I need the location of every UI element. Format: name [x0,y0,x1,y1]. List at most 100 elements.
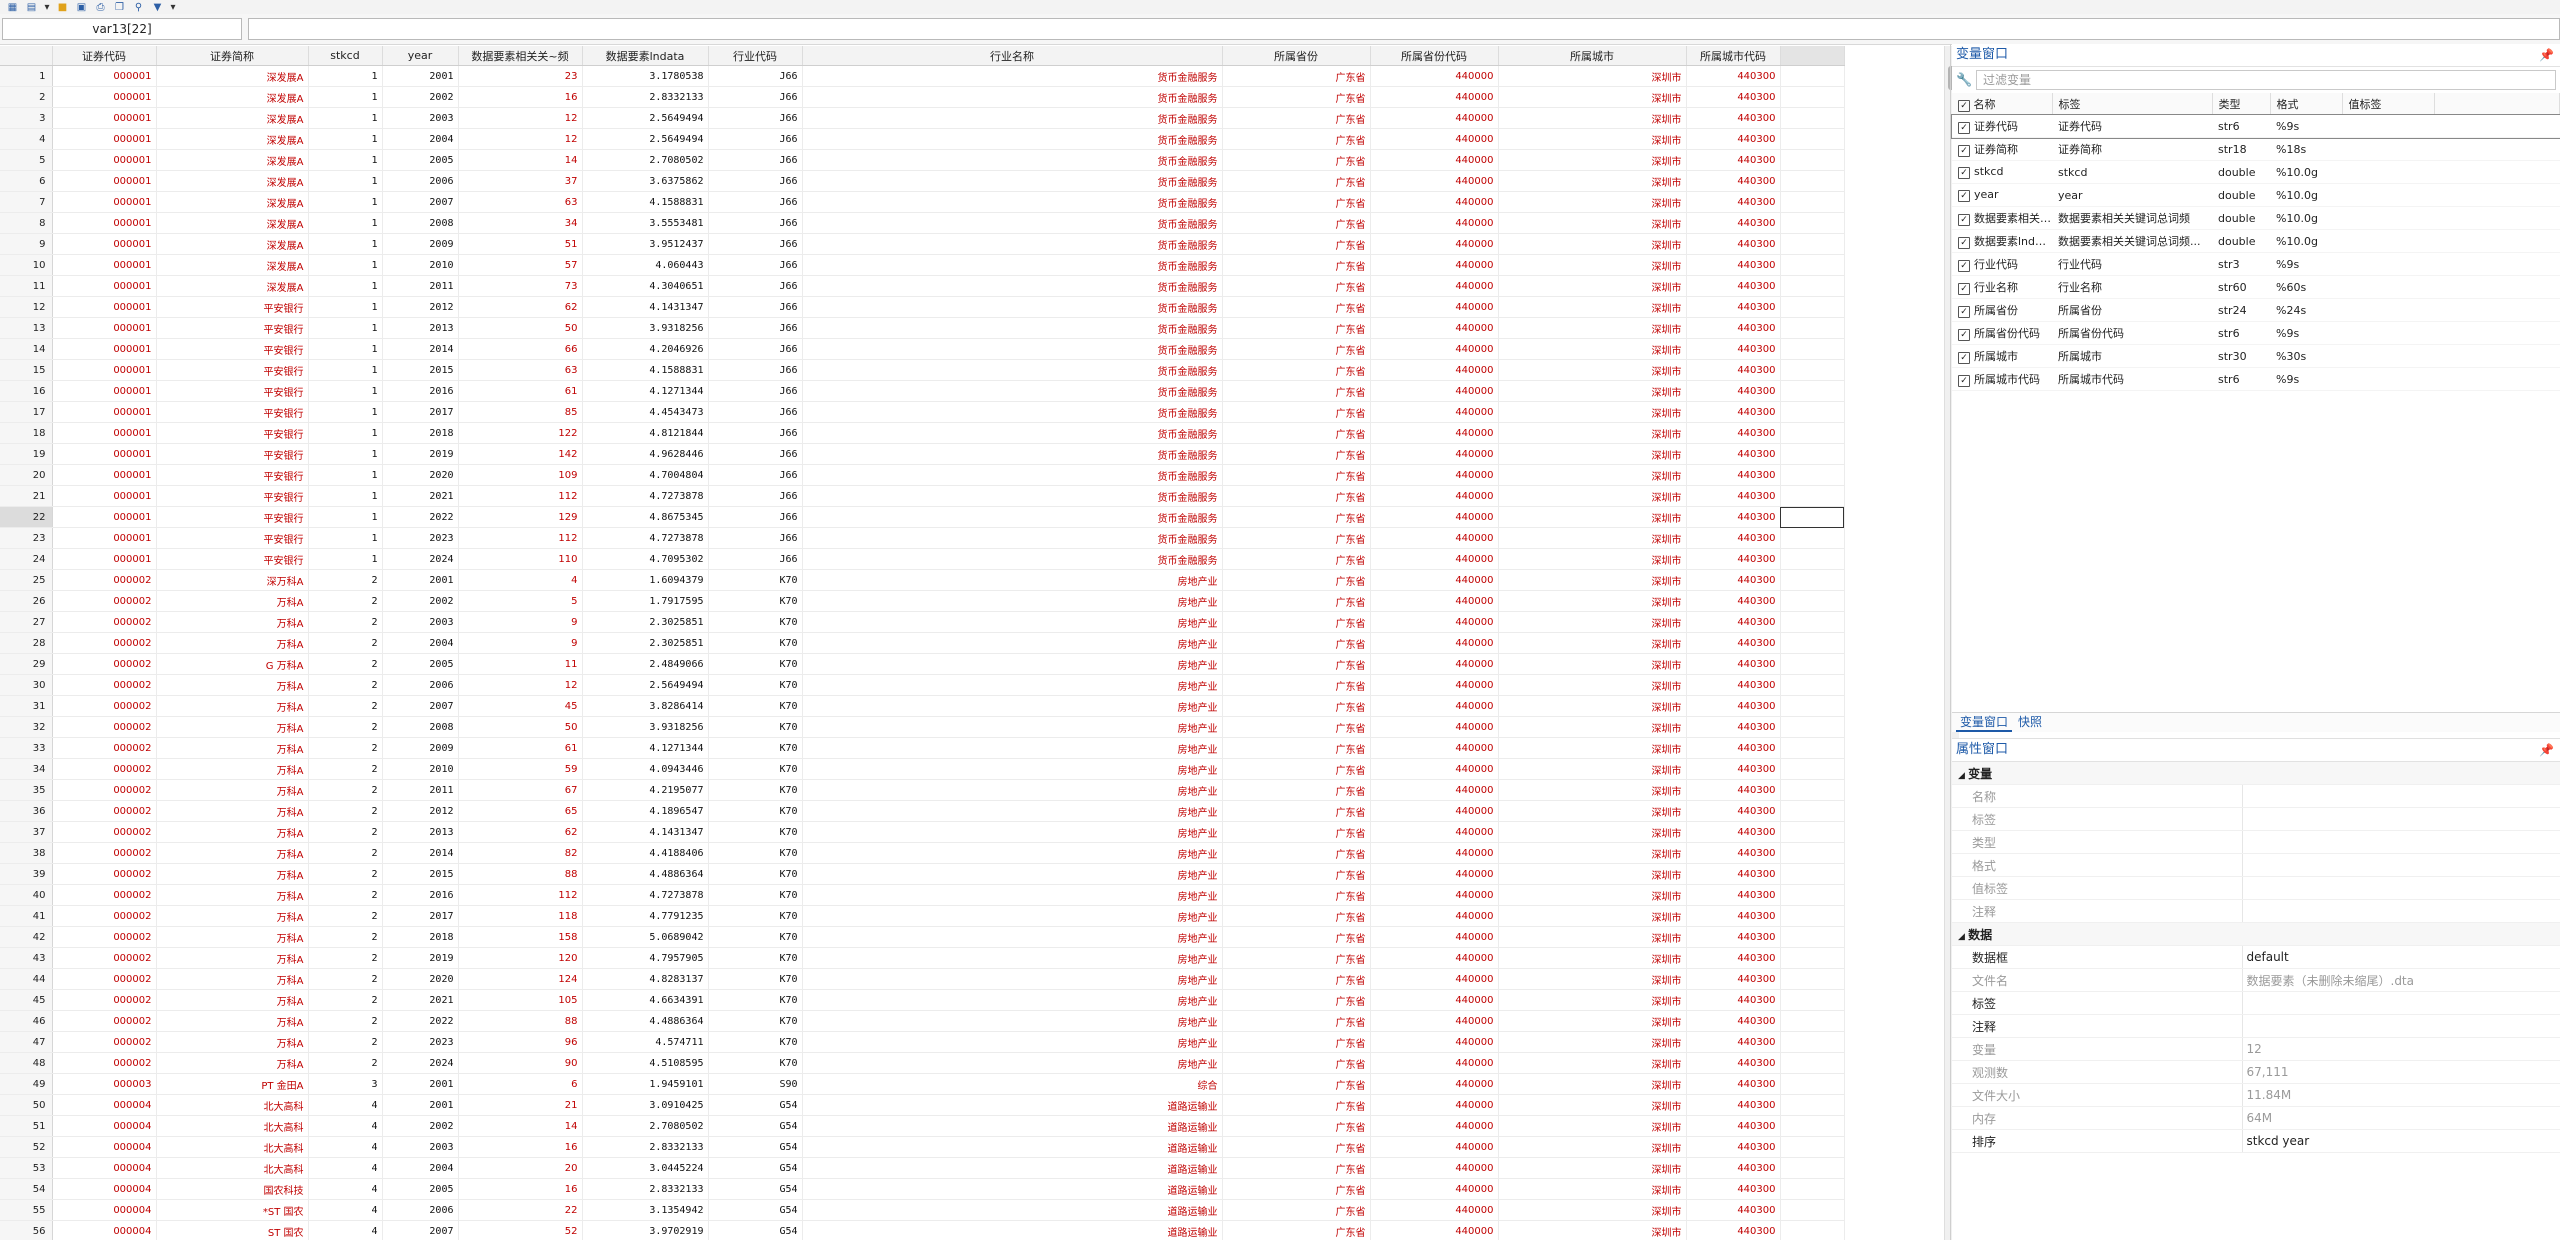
table-cell[interactable]: 房地产业 [802,989,1223,1011]
table-cell[interactable]: 4.5108595 [582,1052,709,1074]
table-cell[interactable]: K70 [708,674,803,696]
table-cell[interactable]: 万科A [156,611,309,633]
table-row[interactable]: 34 000002 万科A 2 2010 59 4.0943446 K70 房地产业 广东省 440… [0,758,1845,780]
table-cell[interactable]: 深圳市 [1498,947,1687,969]
table-cell[interactable]: 440300 [1686,506,1781,528]
table-cell[interactable]: 2023 [382,527,459,549]
table-cell[interactable]: 2 [308,569,383,591]
table-cell[interactable]: 000002 [52,590,157,612]
empty-cell[interactable] [1780,170,1845,192]
property-row[interactable]: 注释 [1952,1014,2560,1038]
table-cell[interactable]: 4.1431347 [582,821,709,843]
table-cell[interactable]: 000001 [52,527,157,549]
table-cell[interactable]: 440300 [1686,380,1781,402]
property-row[interactable]: 变量 12 [1952,1037,2560,1061]
table-cell[interactable]: 广东省 [1222,695,1371,717]
checkbox-icon[interactable]: ✓ [1958,145,1970,157]
variables-header-type[interactable]: 类型 [2212,93,2271,115]
table-cell[interactable]: 440000 [1370,1094,1499,1116]
table-cell[interactable]: 122 [458,422,583,444]
table-cell[interactable]: 北大高科 [156,1094,309,1116]
table-cell[interactable]: 广东省 [1222,674,1371,696]
table-cell[interactable]: 深圳市 [1498,758,1687,780]
table-cell[interactable]: 000002 [52,968,157,990]
row-number[interactable]: 7 [0,191,53,213]
table-cell[interactable]: 房地产业 [802,695,1223,717]
table-cell[interactable]: 4.060443 [582,254,709,276]
table-row[interactable]: 56 000004 ST 国农 4 2007 52 3.9702919 G54 道路运输业 广东省… [0,1220,1845,1240]
checkbox-icon[interactable]: ✓ [1958,190,1970,202]
table-cell[interactable]: 广东省 [1222,1115,1371,1137]
table-cell[interactable]: 1 [308,359,383,381]
table-cell[interactable]: 4.9628446 [582,443,709,465]
table-cell[interactable]: 440300 [1686,443,1781,465]
table-cell[interactable]: 3 [308,1073,383,1095]
variable-row[interactable]: ✓ 所属省份 所属省份 str24 %24s [1952,298,2560,322]
table-cell[interactable]: 货币金融服务 [802,443,1223,465]
table-cell[interactable]: 5 [458,590,583,612]
property-value[interactable] [2242,1014,2560,1038]
table-cell[interactable]: 2.7080502 [582,149,709,171]
table-cell[interactable]: J66 [708,170,803,192]
table-cell[interactable]: K70 [708,611,803,633]
table-cell[interactable]: 000001 [52,275,157,297]
table-cell[interactable]: 万科A [156,716,309,738]
table-cell[interactable]: 1 [308,170,383,192]
table-cell[interactable]: 房地产业 [802,947,1223,969]
table-cell[interactable]: 440300 [1686,527,1781,549]
table-cell[interactable]: 440000 [1370,905,1499,927]
table-cell[interactable]: 440000 [1370,989,1499,1011]
empty-cell[interactable] [1780,338,1845,360]
property-row[interactable]: 观测数 67,111 [1952,1060,2560,1084]
table-cell[interactable]: 440300 [1686,128,1781,150]
table-cell[interactable]: 3.1354942 [582,1199,709,1221]
row-number[interactable]: 6 [0,170,53,192]
table-cell[interactable]: 货币金融服务 [802,65,1223,87]
table-cell[interactable]: 深圳市 [1498,1157,1687,1179]
table-cell[interactable]: 道路运输业 [802,1220,1223,1240]
table-cell[interactable]: 2 [308,800,383,822]
row-number[interactable]: 30 [0,674,53,696]
variable-name-cell[interactable]: ✓ 所属城市代码 [1952,367,2052,391]
table-row[interactable]: 30 000002 万科A 2 2006 12 2.5649494 K70 房地产业 广东省 440… [0,674,1845,696]
variable-name-cell[interactable]: ✓ 所属城市 [1952,344,2052,368]
table-cell[interactable]: 000002 [52,653,157,675]
table-cell[interactable]: 深圳市 [1498,842,1687,864]
empty-cell[interactable] [1780,1094,1845,1116]
table-cell[interactable]: 深圳市 [1498,317,1687,339]
table-cell[interactable]: 广东省 [1222,863,1371,885]
table-cell[interactable]: 4.8121844 [582,422,709,444]
variable-name-cell[interactable]: ✓ 数据要素lndata [1952,229,2052,253]
table-cell[interactable]: K70 [708,779,803,801]
table-cell[interactable]: K70 [708,1031,803,1053]
table-cell[interactable]: 4.0943446 [582,758,709,780]
table-cell[interactable]: 2023 [382,1031,459,1053]
table-cell[interactable]: 房地产业 [802,737,1223,759]
table-cell[interactable]: 广东省 [1222,401,1371,423]
table-cell[interactable]: 16 [458,86,583,108]
table-row[interactable]: 6 000001 深发展A 1 2006 37 3.6375862 J66 货币金融服务 广东省 4… [0,170,1845,192]
table-row[interactable]: 48 000002 万科A 2 2024 90 4.5108595 K70 房地产业 广东省 440… [0,1052,1845,1074]
table-cell[interactable]: 4.2195077 [582,779,709,801]
row-number[interactable]: 40 [0,884,53,906]
table-row[interactable]: 53 000004 北大高科 4 2004 20 3.0445224 G54 道路运输业 广东省 4… [0,1157,1845,1179]
table-cell[interactable]: 广东省 [1222,1094,1371,1116]
table-cell[interactable]: 000004 [52,1220,157,1240]
table-cell[interactable]: G54 [708,1115,803,1137]
table-cell[interactable]: 广东省 [1222,1178,1371,1200]
table-cell[interactable]: 1 [308,86,383,108]
table-cell[interactable]: 4.1271344 [582,380,709,402]
table-cell[interactable]: 000002 [52,716,157,738]
table-cell[interactable]: 万科A [156,884,309,906]
table-cell[interactable]: J66 [708,296,803,318]
property-value[interactable] [2242,899,2560,923]
table-cell[interactable]: 深圳市 [1498,989,1687,1011]
table-cell[interactable]: 000001 [52,233,157,255]
variable-name-cell[interactable]: ✓ 行业名称 [1952,275,2052,299]
table-cell[interactable]: 4.574711 [582,1031,709,1053]
table-cell[interactable]: 440300 [1686,422,1781,444]
table-cell[interactable]: 深圳市 [1498,1073,1687,1095]
table-cell[interactable]: 124 [458,968,583,990]
table-cell[interactable]: K70 [708,737,803,759]
table-cell[interactable]: K70 [708,1052,803,1074]
